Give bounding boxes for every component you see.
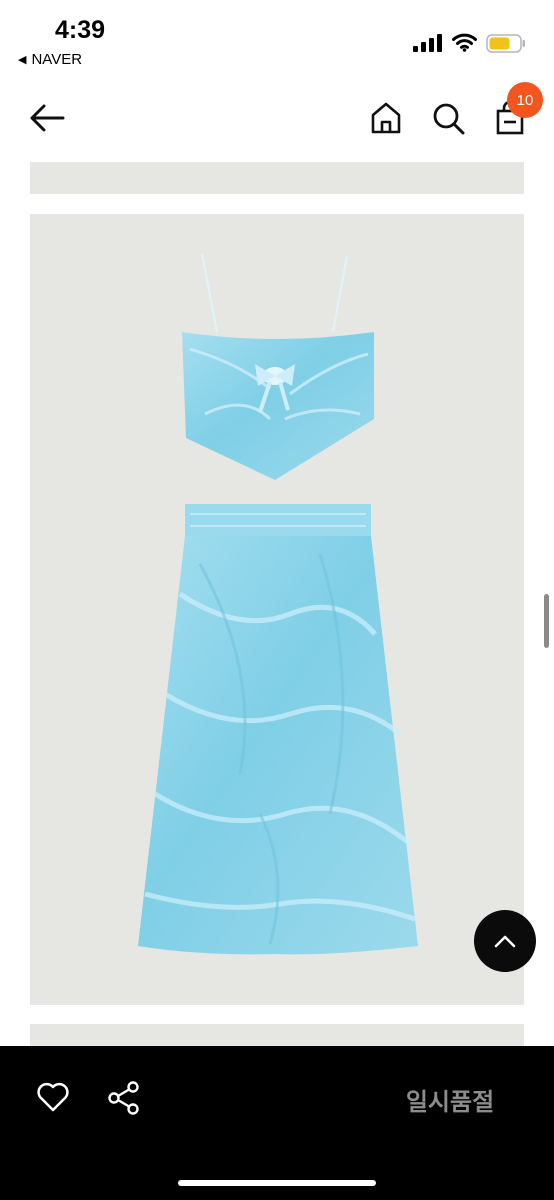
product-image[interactable] bbox=[30, 214, 524, 1005]
arrow-left-icon[interactable] bbox=[28, 102, 66, 134]
share-icon[interactable] bbox=[107, 1081, 141, 1115]
product-image-previous[interactable] bbox=[30, 162, 524, 194]
wifi-icon bbox=[452, 33, 477, 52]
status-bar: 4:39 ◀ NAVER bbox=[0, 0, 554, 80]
back-triangle-icon: ◀ bbox=[18, 54, 27, 66]
top-navigation bbox=[0, 88, 554, 150]
home-indicator[interactable] bbox=[178, 1180, 376, 1186]
status-time: 4:39 bbox=[55, 16, 106, 44]
back-to-app-link[interactable]: ◀ NAVER bbox=[18, 51, 82, 68]
chevron-up-icon bbox=[494, 935, 516, 948]
bottom-action-bar: 일시품절 bbox=[0, 1046, 554, 1200]
cellular-signal-icon bbox=[413, 34, 442, 52]
battery-icon bbox=[486, 34, 525, 53]
sold-out-label: 일시품절 bbox=[405, 1089, 495, 1116]
home-icon[interactable] bbox=[368, 100, 404, 136]
back-app-label: NAVER bbox=[31, 51, 83, 68]
scrollbar[interactable] bbox=[544, 594, 549, 648]
product-photo-top-skirt-set bbox=[138, 253, 418, 955]
cart-count-badge: 10 bbox=[507, 82, 543, 118]
heart-icon[interactable] bbox=[36, 1081, 70, 1113]
scroll-to-top-button[interactable] bbox=[474, 910, 536, 972]
search-icon[interactable] bbox=[430, 100, 466, 136]
